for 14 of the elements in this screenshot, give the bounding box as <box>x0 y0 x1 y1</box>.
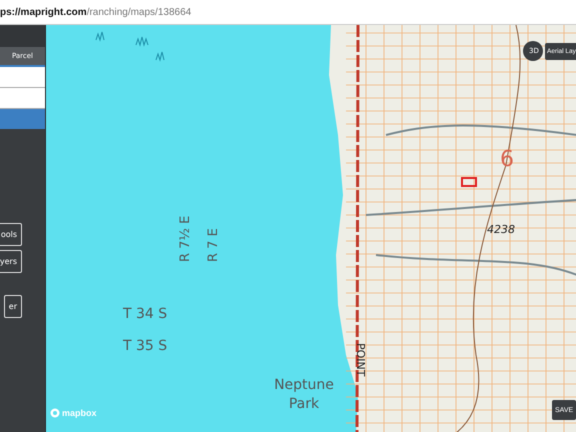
map-label: R 7½ E <box>178 216 193 262</box>
map-label: 4238 <box>487 223 515 236</box>
map-label: R 7 E <box>206 228 221 262</box>
sidebar-button[interactable]: yers <box>0 250 22 273</box>
map-label: T 35 S <box>123 338 168 354</box>
map-label: POINT <box>354 343 367 376</box>
sidebar-button[interactable]: ools <box>0 223 22 246</box>
map-label: T 34 S <box>123 306 168 322</box>
url-text[interactable]: ps://mapright.com/ranching/maps/138664 <box>0 6 192 18</box>
sidebar-button[interactable]: er <box>4 295 22 318</box>
input-field[interactable] <box>0 67 45 88</box>
input-field[interactable] <box>0 88 45 109</box>
logo-icon <box>50 408 60 418</box>
map-label: Neptune Park <box>273 376 335 414</box>
